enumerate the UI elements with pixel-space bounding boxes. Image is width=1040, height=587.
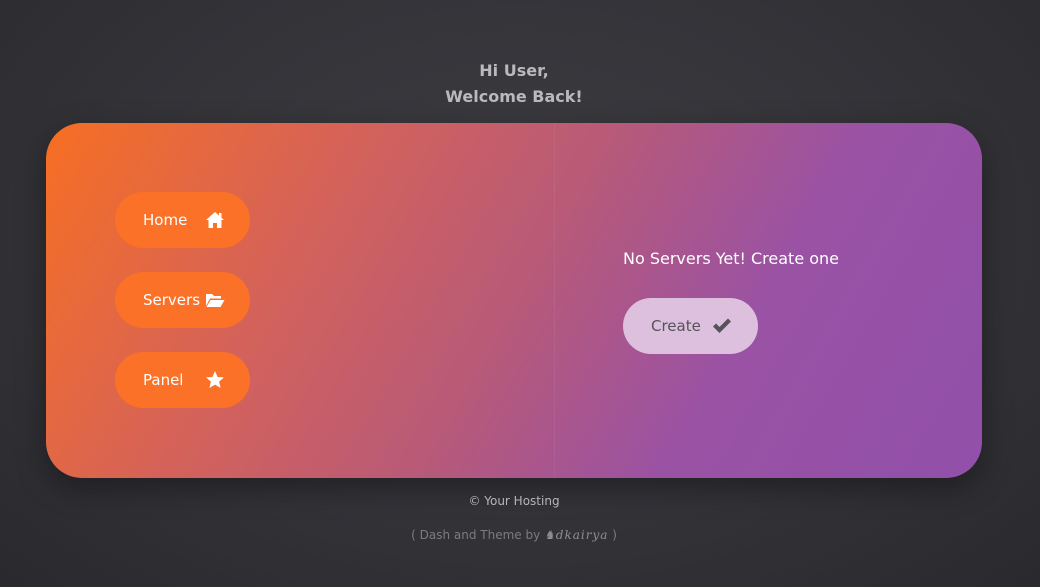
create-button-label: Create: [651, 317, 701, 335]
greeting-line-2: Welcome Back!: [445, 87, 583, 106]
folder-open-icon: [205, 290, 225, 310]
check-icon: [712, 317, 732, 335]
empty-servers-message: No Servers Yet! Create one: [623, 249, 840, 268]
panel-button[interactable]: Panel: [115, 352, 250, 408]
home-button[interactable]: Home: [115, 192, 250, 248]
credit-prefix: ( Dash and Theme by: [411, 528, 544, 542]
star-icon: [205, 370, 225, 390]
dashboard-card: Home Servers Panel No Servers Yet! Creat…: [46, 123, 982, 478]
home-button-label: Home: [143, 211, 188, 229]
panel-button-label: Panel: [143, 371, 184, 389]
footer-credit: ( Dash and Theme by ♞dkairya ): [0, 527, 1028, 543]
credit-suffix: ): [608, 528, 617, 542]
servers-button-label: Servers: [143, 291, 201, 309]
footer-copyright: © Your Hosting: [468, 494, 560, 508]
greeting-line-1: Hi User,: [479, 61, 549, 80]
greeting: Hi User, Welcome Back!: [0, 58, 1028, 110]
card-divider: [554, 123, 555, 478]
author-link[interactable]: ♞dkairya: [544, 528, 608, 542]
create-button[interactable]: Create: [623, 298, 758, 354]
home-icon: [205, 210, 225, 230]
servers-button[interactable]: Servers: [115, 272, 250, 328]
